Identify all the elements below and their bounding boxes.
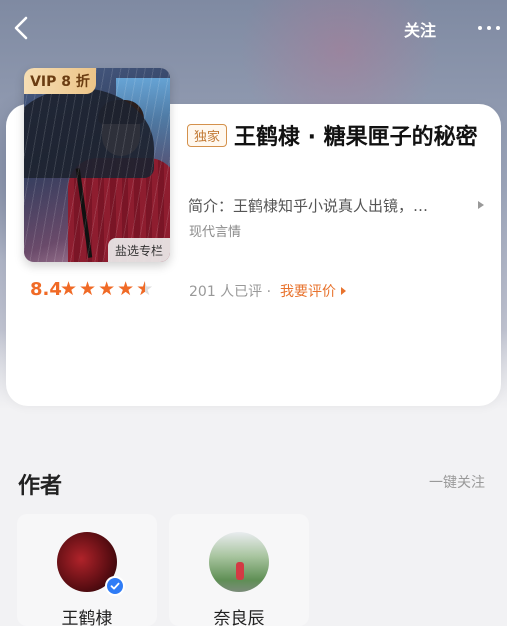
- chevron-left-icon: [14, 16, 28, 40]
- rating-count: 201 人已评 ·: [189, 284, 272, 300]
- caret-right-icon: [341, 287, 346, 295]
- half-star-icon: ★★: [136, 278, 154, 300]
- rate-label: 我要评价: [280, 284, 336, 300]
- column-badge: 盐选专栏: [108, 238, 170, 262]
- rating-score: 8.4: [30, 279, 62, 300]
- caret-right-icon: [478, 201, 484, 209]
- authors-section-title: 作者: [18, 474, 63, 499]
- rate-button[interactable]: 我要评价: [280, 281, 346, 301]
- star-icon: ★: [79, 278, 97, 300]
- back-button[interactable]: [10, 14, 34, 42]
- star-icon: ★: [98, 278, 116, 300]
- more-dot-icon: [487, 26, 491, 30]
- author-name: 王鹤棣: [61, 609, 113, 626]
- more-dot-icon: [496, 26, 500, 30]
- star-icon: ★: [60, 278, 78, 300]
- author-name: 奈良辰: [213, 609, 265, 626]
- exclusive-tag: 独家: [187, 124, 227, 147]
- more-button[interactable]: [472, 14, 506, 42]
- intro-row[interactable]: 简介：王鹤棣知乎小说真人出镜，…: [188, 194, 484, 216]
- vip-discount-badge: VIP 8 折: [24, 68, 96, 94]
- rating-stars: ★ ★ ★ ★ ★★: [60, 279, 153, 299]
- star-icon: ★: [117, 278, 135, 300]
- avatar: [209, 532, 269, 592]
- more-dot-icon: [478, 26, 482, 30]
- book-genre: 现代言情: [189, 225, 242, 240]
- verified-icon: [105, 576, 125, 596]
- book-cover[interactable]: [24, 68, 170, 262]
- book-intro: 简介：王鹤棣知乎小说真人出镜，…: [188, 196, 429, 215]
- book-title: 王鹤棣 · 糖果匣子的秘密: [234, 125, 478, 150]
- follow-button[interactable]: 关注: [404, 17, 436, 41]
- follow-all-button[interactable]: 一键关注: [429, 472, 485, 492]
- author-card[interactable]: 王鹤棣: [17, 514, 157, 626]
- author-card[interactable]: 奈良辰: [169, 514, 309, 626]
